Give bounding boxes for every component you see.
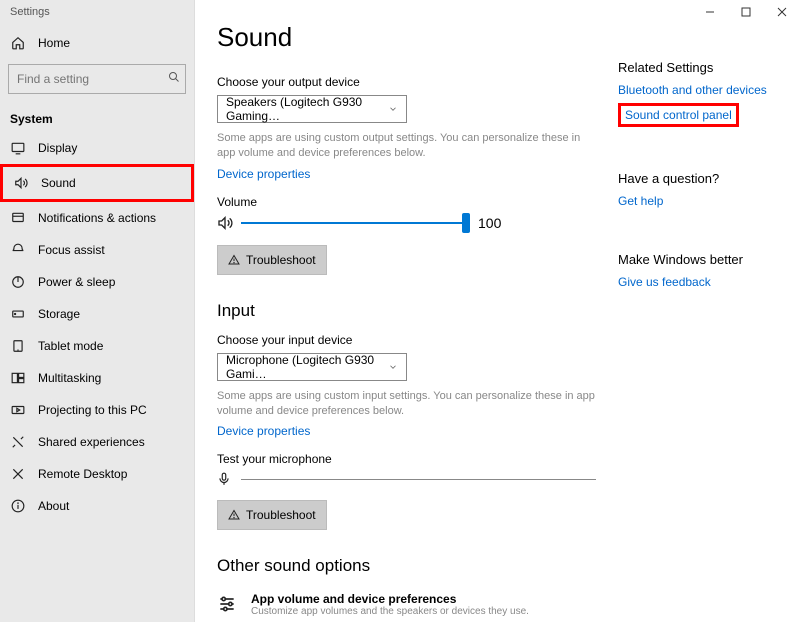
speaker-icon [217,215,233,231]
projecting-icon [10,402,26,418]
have-question-heading: Have a question? [618,171,778,186]
troubleshoot-label: Troubleshoot [246,253,316,267]
close-button[interactable] [764,0,800,24]
multitasking-icon [10,370,26,386]
output-troubleshoot-button[interactable]: Troubleshoot [217,245,327,275]
sidebar-item-label: Shared experiences [38,435,145,449]
volume-slider-thumb[interactable] [462,213,470,233]
output-device-label: Choose your output device [217,75,596,89]
sidebar-item-shared-experiences[interactable]: Shared experiences [0,426,194,458]
search-wrap [0,60,194,98]
sound-control-panel-link[interactable]: Sound control panel [625,108,732,122]
content: Sound Choose your output device Speakers… [217,16,596,606]
sidebar-item-label: Sound [41,176,76,190]
sidebar-item-remote-desktop[interactable]: Remote Desktop [0,458,194,490]
input-troubleshoot-button[interactable]: Troubleshoot [217,500,327,530]
tablet-icon [10,338,26,354]
volume-slider-fill [241,222,466,224]
volume-value: 100 [478,215,501,231]
feedback-link[interactable]: Give us feedback [618,275,778,289]
sidebar-item-label: Power & sleep [38,275,115,289]
warning-icon [228,254,240,266]
volume-slider[interactable] [241,222,466,224]
test-mic-label: Test your microphone [217,452,596,466]
page-title: Sound [217,22,596,53]
input-heading: Input [217,301,596,321]
chevron-down-icon [388,362,398,372]
minimize-button[interactable] [692,0,728,24]
aside: Related Settings Bluetooth and other dev… [618,16,778,606]
app-volume-subtitle: Customize app volumes and the speakers o… [251,606,529,617]
home-icon [10,35,26,51]
chevron-down-icon [388,104,398,114]
output-device-select[interactable]: Speakers (Logitech G930 Gaming… [217,95,407,123]
focus-assist-icon [10,242,26,258]
home-button[interactable]: Home [0,28,194,58]
notifications-icon [10,210,26,226]
volume-row: 100 [217,215,596,231]
window-title: Settings [0,0,194,28]
output-device-properties-link[interactable]: Device properties [217,167,310,181]
sidebar-item-label: Multitasking [38,371,101,385]
app-volume-preferences-row[interactable]: App volume and device preferences Custom… [217,588,596,621]
home-label: Home [38,36,70,50]
sidebar-item-about[interactable]: About [0,490,194,522]
get-help-link[interactable]: Get help [618,194,778,208]
sidebar-item-sound[interactable]: Sound [0,164,194,202]
related-settings-heading: Related Settings [618,60,778,75]
sidebar-item-label: About [38,499,69,513]
sidebar-item-display[interactable]: Display [0,132,194,164]
warning-icon [228,509,240,521]
sound-control-panel-highlight: Sound control panel [618,103,739,127]
input-device-properties-link[interactable]: Device properties [217,424,310,438]
sidebar-item-label: Display [38,141,77,155]
sidebar-item-label: Focus assist [38,243,105,257]
sidebar-item-focus-assist[interactable]: Focus assist [0,234,194,266]
sidebar-item-projecting[interactable]: Projecting to this PC [0,394,194,426]
other-options-heading: Other sound options [217,556,596,576]
sidebar-item-storage[interactable]: Storage [0,298,194,330]
volume-label: Volume [217,195,596,209]
microphone-icon [217,472,231,486]
troubleshoot-label: Troubleshoot [246,508,316,522]
input-helper-text: Some apps are using custom input setting… [217,389,596,419]
mic-level-meter [241,479,596,480]
input-device-value: Microphone (Logitech G930 Gami… [226,353,388,381]
sidebar: Settings Home System Display Sound Notif… [0,0,195,622]
sound-icon [13,175,29,191]
sidebar-item-tablet-mode[interactable]: Tablet mode [0,330,194,362]
make-windows-better-heading: Make Windows better [618,252,778,267]
sidebar-item-label: Notifications & actions [38,211,156,225]
power-icon [10,274,26,290]
app-volume-title: App volume and device preferences [251,592,529,606]
sidebar-heading: System [0,106,194,132]
display-icon [10,140,26,156]
sidebar-item-notifications[interactable]: Notifications & actions [0,202,194,234]
bluetooth-link[interactable]: Bluetooth and other devices [618,83,778,97]
maximize-button[interactable] [728,0,764,24]
sidebar-item-label: Projecting to this PC [38,403,147,417]
remote-desktop-icon [10,466,26,482]
output-device-value: Speakers (Logitech G930 Gaming… [226,95,388,123]
about-icon [10,498,26,514]
input-device-select[interactable]: Microphone (Logitech G930 Gami… [217,353,407,381]
sidebar-item-label: Storage [38,307,80,321]
sliders-icon [217,594,241,614]
sidebar-item-label: Remote Desktop [38,467,127,481]
main: Sound Choose your output device Speakers… [195,0,800,622]
search-input[interactable] [8,64,186,94]
search-icon [168,71,180,83]
input-device-label: Choose your input device [217,333,596,347]
storage-icon [10,306,26,322]
shared-icon [10,434,26,450]
sidebar-item-label: Tablet mode [38,339,103,353]
window-controls [692,0,800,24]
mic-test-row [217,472,596,486]
sidebar-item-multitasking[interactable]: Multitasking [0,362,194,394]
sidebar-item-power-sleep[interactable]: Power & sleep [0,266,194,298]
output-helper-text: Some apps are using custom output settin… [217,131,596,161]
